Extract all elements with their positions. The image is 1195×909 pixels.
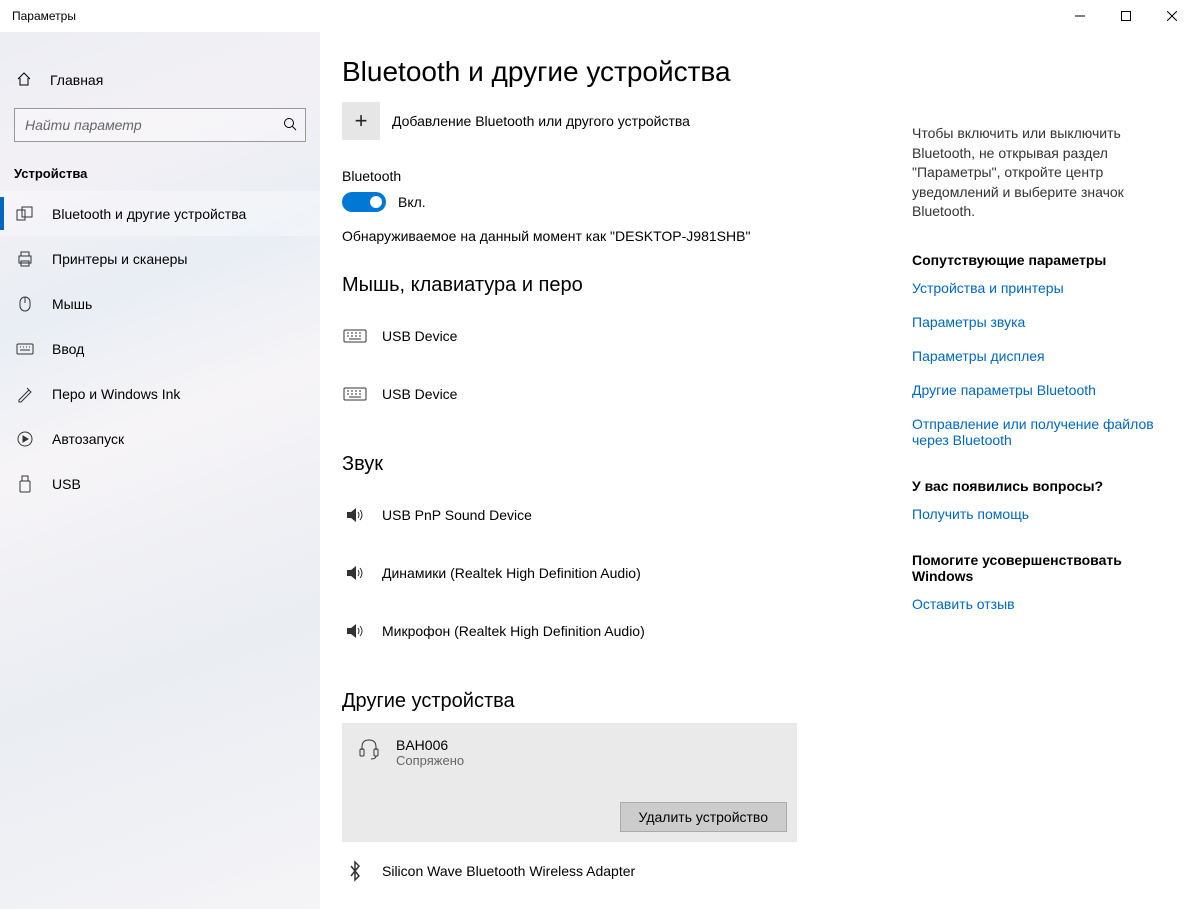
pen-icon <box>16 385 34 403</box>
nav-item-5[interactable]: Автозапуск <box>0 416 320 461</box>
bluetooth-icon <box>342 860 368 882</box>
help-title: У вас появились вопросы? <box>912 478 1171 494</box>
window-title: Параметры <box>12 9 76 23</box>
nav-item-0[interactable]: Bluetooth и другие устройства <box>0 191 320 236</box>
home-icon <box>16 71 32 90</box>
related-link-2[interactable]: Параметры дисплея <box>912 348 1171 364</box>
device-name: Микрофон (Realtek High Definition Audio) <box>382 623 645 639</box>
bluetooth-label: Bluetooth <box>342 168 912 184</box>
nav-item-3[interactable]: Ввод <box>0 326 320 371</box>
related-link-1[interactable]: Параметры звука <box>912 314 1171 330</box>
speaker-icon <box>342 562 368 584</box>
device-name: Динамики (Realtek High Definition Audio) <box>382 565 641 581</box>
add-device-button[interactable]: + Добавление Bluetooth или другого устро… <box>342 102 912 140</box>
nav-label: Мышь <box>52 296 92 312</box>
device-item[interactable]: Динамики (Realtek High Definition Audio) <box>342 544 912 602</box>
sidebar: Главная Устройства Bluetooth и другие ус… <box>0 32 320 909</box>
nav-label: Принтеры и сканеры <box>52 251 187 267</box>
related-title: Сопутствующие параметры <box>912 252 1171 268</box>
bluetooth-toggle[interactable] <box>342 192 386 212</box>
autoplay-icon <box>16 430 34 448</box>
headset-icon <box>356 737 382 768</box>
usb-icon <box>16 475 34 493</box>
keyboard-icon <box>342 327 368 345</box>
mouse-icon <box>16 295 34 313</box>
remove-device-button[interactable]: Удалить устройство <box>620 802 787 832</box>
help-link[interactable]: Получить помощь <box>912 506 1171 522</box>
nav-item-2[interactable]: Мышь <box>0 281 320 326</box>
group-input-title: Мышь, клавиатура и перо <box>342 274 912 297</box>
device-item[interactable]: USB PnP Sound Device <box>342 486 912 544</box>
device-name: BAH006 <box>396 737 464 753</box>
keyboard-icon <box>342 385 368 403</box>
nav-item-1[interactable]: Принтеры и сканеры <box>0 236 320 281</box>
device-name: USB PnP Sound Device <box>382 507 532 523</box>
bluetooth-tip: Чтобы включить или выключить Bluetooth, … <box>912 124 1171 222</box>
search-icon <box>283 117 297 134</box>
category-header: Устройства <box>0 148 320 191</box>
device-name: USB Device <box>382 386 457 402</box>
device-item[interactable]: Микрофон (Realtek High Definition Audio) <box>342 602 912 660</box>
nav-item-4[interactable]: Перо и Windows Ink <box>0 371 320 416</box>
keyboard-icon <box>16 342 34 356</box>
plus-icon: + <box>342 102 380 140</box>
device-name: Silicon Wave Bluetooth Wireless Adapter <box>382 863 635 879</box>
device-item[interactable]: USB Device <box>342 307 912 365</box>
minimize-button[interactable] <box>1057 0 1103 32</box>
home-button[interactable]: Главная <box>0 58 320 102</box>
device-name: USB Device <box>382 328 457 344</box>
device-status: Сопряжено <box>396 753 464 768</box>
device-item-selected[interactable]: BAH006Сопряжено Удалить устройство <box>342 723 797 842</box>
speaker-icon <box>342 504 368 526</box>
nav-label: Bluetooth и другие устройства <box>52 206 246 222</box>
speaker-icon <box>342 620 368 642</box>
nav-label: Автозапуск <box>52 431 124 447</box>
feedback-title: Помогите усовершенствовать Windows <box>912 552 1171 584</box>
search-box[interactable] <box>14 108 306 142</box>
bluetooth-devices-icon <box>16 205 34 223</box>
window-controls <box>1057 0 1195 32</box>
related-link-3[interactable]: Другие параметры Bluetooth <box>912 382 1171 398</box>
search-input[interactable] <box>23 116 283 134</box>
device-item[interactable]: USB Device <box>342 365 912 423</box>
add-device-label: Добавление Bluetooth или другого устройс… <box>392 113 690 129</box>
related-link-0[interactable]: Устройства и принтеры <box>912 280 1171 296</box>
title-bar: Параметры <box>0 0 1195 32</box>
page-title: Bluetooth и другие устройства <box>342 56 912 88</box>
group-other-title: Другие устройства <box>342 690 912 713</box>
related-link-4[interactable]: Отправление или получение файлов через B… <box>912 416 1171 448</box>
bluetooth-state: Вкл. <box>398 194 426 210</box>
group-audio-title: Звук <box>342 453 912 476</box>
maximize-button[interactable] <box>1103 0 1149 32</box>
nav-label: USB <box>52 476 81 492</box>
home-label: Главная <box>50 72 103 88</box>
nav-label: Перо и Windows Ink <box>52 386 180 402</box>
nav-label: Ввод <box>52 341 84 357</box>
feedback-link[interactable]: Оставить отзыв <box>912 596 1171 612</box>
discoverable-text: Обнаруживаемое на данный момент как "DES… <box>342 228 912 244</box>
printer-icon <box>16 250 34 268</box>
nav-item-6[interactable]: USB <box>0 461 320 506</box>
close-button[interactable] <box>1149 0 1195 32</box>
device-item[interactable]: Silicon Wave Bluetooth Wireless Adapter <box>342 842 912 900</box>
